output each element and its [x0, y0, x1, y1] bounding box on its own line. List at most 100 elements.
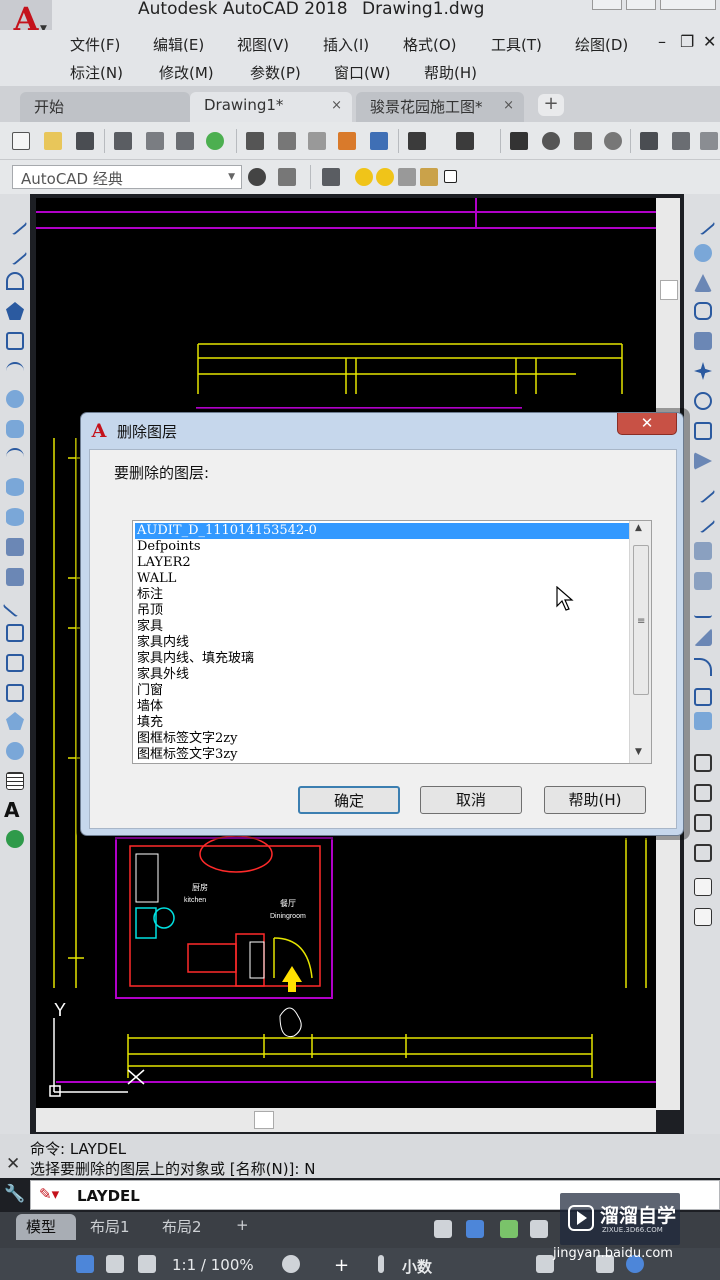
cancel-button[interactable]: 取消 — [420, 786, 522, 814]
help-button[interactable]: 帮助(H) — [544, 786, 646, 814]
menu-parametric[interactable]: 参数(P) — [250, 62, 301, 83]
doc-restore-button[interactable]: ❐ — [680, 32, 694, 51]
donut-icon[interactable] — [6, 742, 24, 760]
pan-icon[interactable] — [510, 132, 528, 150]
text-to-front-icon[interactable] — [694, 878, 712, 896]
tab-layout1[interactable]: 布局1 — [80, 1214, 150, 1240]
minimize-button[interactable] — [592, 0, 622, 10]
polyline-icon[interactable] — [6, 272, 24, 290]
ellipse-icon[interactable] — [6, 478, 24, 496]
zoom-window-icon[interactable] — [574, 132, 592, 150]
layer-list-item[interactable]: 墙体 — [135, 699, 629, 715]
menu-insert[interactable]: 插入(I) — [323, 34, 369, 55]
close-icon[interactable]: × — [331, 98, 342, 113]
tab-junjing-garden[interactable]: 骏景花园施工图* × — [356, 92, 524, 122]
polygon-icon[interactable] — [6, 302, 24, 320]
chamfer-icon[interactable] — [694, 628, 712, 646]
scale-icon[interactable] — [694, 422, 712, 440]
copy-object-icon[interactable] — [694, 244, 712, 262]
match-properties-icon[interactable] — [338, 132, 356, 150]
open-folder-icon[interactable] — [44, 132, 62, 150]
bring-front-icon[interactable] — [694, 784, 712, 802]
bring-above-icon[interactable] — [694, 844, 712, 862]
tab-model[interactable]: 模型 — [16, 1214, 76, 1240]
circle-icon[interactable] — [6, 390, 24, 408]
tool-palettes-icon[interactable] — [700, 132, 718, 150]
hatch-icon[interactable] — [6, 624, 24, 642]
new-file-icon[interactable] — [12, 132, 30, 150]
trim-icon[interactable] — [690, 478, 716, 504]
boundary-icon[interactable] — [6, 712, 24, 730]
dynamic-input-icon[interactable] — [530, 1220, 548, 1238]
workspace-dropdown[interactable]: AutoCAD 经典 ▼ — [12, 165, 242, 189]
layer-list-item[interactable]: 家具外线 — [135, 667, 629, 683]
scroll-up-icon[interactable]: ▲ — [635, 523, 642, 533]
plot-preview-icon[interactable] — [146, 132, 164, 150]
layer-list-item[interactable]: 家具 — [135, 619, 629, 635]
web-icon[interactable] — [206, 132, 224, 150]
snap-mode-icon[interactable] — [466, 1220, 484, 1238]
paste-icon[interactable] — [308, 132, 326, 150]
add-layout-button[interactable]: + — [226, 1214, 256, 1240]
horizontal-scrollbar[interactable] — [36, 1108, 656, 1132]
auto-scale-icon[interactable] — [106, 1255, 124, 1273]
zoom-realtime-icon[interactable] — [542, 132, 560, 150]
layer-list-scroll-thumb[interactable]: ≡ — [633, 545, 649, 695]
ellipse-arc-icon[interactable] — [6, 508, 24, 526]
dialog-title-bar[interactable]: A 删除图层 ✕ — [81, 413, 683, 449]
hardware-acceleration-icon[interactable] — [536, 1255, 554, 1273]
layer-color-swatch[interactable] — [444, 170, 457, 183]
hatch-to-back-icon[interactable] — [694, 908, 712, 926]
blend-curves-icon[interactable] — [694, 688, 712, 706]
tab-layout2[interactable]: 布局2 — [152, 1214, 222, 1240]
redo-icon[interactable] — [456, 132, 474, 150]
line-icon[interactable] — [2, 210, 28, 236]
layer-list-item[interactable]: 吊顶 — [135, 603, 629, 619]
layer-properties-icon[interactable] — [322, 168, 340, 186]
annotation-scale-value[interactable]: 1:1 / 100% — [172, 1256, 254, 1274]
array-icon[interactable] — [694, 332, 712, 350]
plus-icon[interactable]: + — [334, 1255, 352, 1276]
tab-drawing1[interactable]: Drawing1* × — [190, 92, 352, 122]
publish-icon[interactable] — [176, 132, 194, 150]
close-window-button[interactable] — [660, 0, 716, 10]
workspace-settings-icon[interactable] — [278, 168, 296, 186]
units-value[interactable]: 小数 — [402, 1256, 432, 1277]
layer-list-item[interactable]: 家具内线 — [135, 635, 629, 651]
spline-icon[interactable] — [6, 448, 24, 466]
layer-listbox[interactable]: AUDIT_D_111014153542-0 Defpoints LAYER2 … — [132, 520, 652, 764]
annotation-visibility-icon[interactable] — [76, 1255, 94, 1273]
layer-list-item[interactable]: LAYER2 — [135, 555, 629, 571]
rectangle-icon[interactable] — [6, 332, 24, 350]
layer-list-item[interactable]: 标注 — [135, 587, 629, 603]
move-icon[interactable] — [694, 362, 712, 380]
offset-icon[interactable] — [694, 302, 712, 320]
grid-display-icon[interactable] — [434, 1220, 452, 1238]
menu-window[interactable]: 窗口(W) — [334, 62, 391, 83]
menu-format[interactable]: 格式(O) — [403, 34, 457, 55]
make-block-icon[interactable] — [6, 568, 24, 586]
menu-dimension[interactable]: 标注(N) — [70, 62, 123, 83]
dialog-close-button[interactable]: ✕ — [617, 413, 677, 435]
close-icon[interactable]: × — [503, 98, 514, 113]
layer-list-item[interactable]: AUDIT_D_111014153542-0 — [135, 523, 629, 539]
undo-icon[interactable] — [408, 132, 426, 150]
ok-button[interactable]: 确定 — [298, 786, 400, 814]
menu-draw[interactable]: 绘图(D) — [575, 34, 628, 55]
cut-icon[interactable] — [246, 132, 264, 150]
send-back-icon[interactable] — [694, 814, 712, 832]
add-selected-icon[interactable] — [6, 830, 24, 848]
wrench-icon[interactable]: 🔧 — [4, 1184, 25, 1204]
layer-list-item[interactable]: 图框标签文字3zy — [135, 747, 629, 763]
rotate-icon[interactable] — [694, 392, 712, 410]
infer-constraints-icon[interactable] — [500, 1220, 518, 1238]
erase-icon[interactable] — [690, 210, 716, 236]
multiline-text-icon[interactable]: A — [4, 798, 22, 822]
maximize-button[interactable] — [626, 0, 656, 10]
stretch-icon[interactable] — [694, 452, 712, 470]
layer-list-item[interactable]: 图框标签文字2zy — [135, 731, 629, 747]
new-tab-button[interactable]: + — [538, 94, 564, 116]
menu-modify[interactable]: 修改(M) — [159, 62, 214, 83]
zoom-previous-icon[interactable] — [604, 132, 622, 150]
gradient-icon[interactable] — [6, 654, 24, 672]
